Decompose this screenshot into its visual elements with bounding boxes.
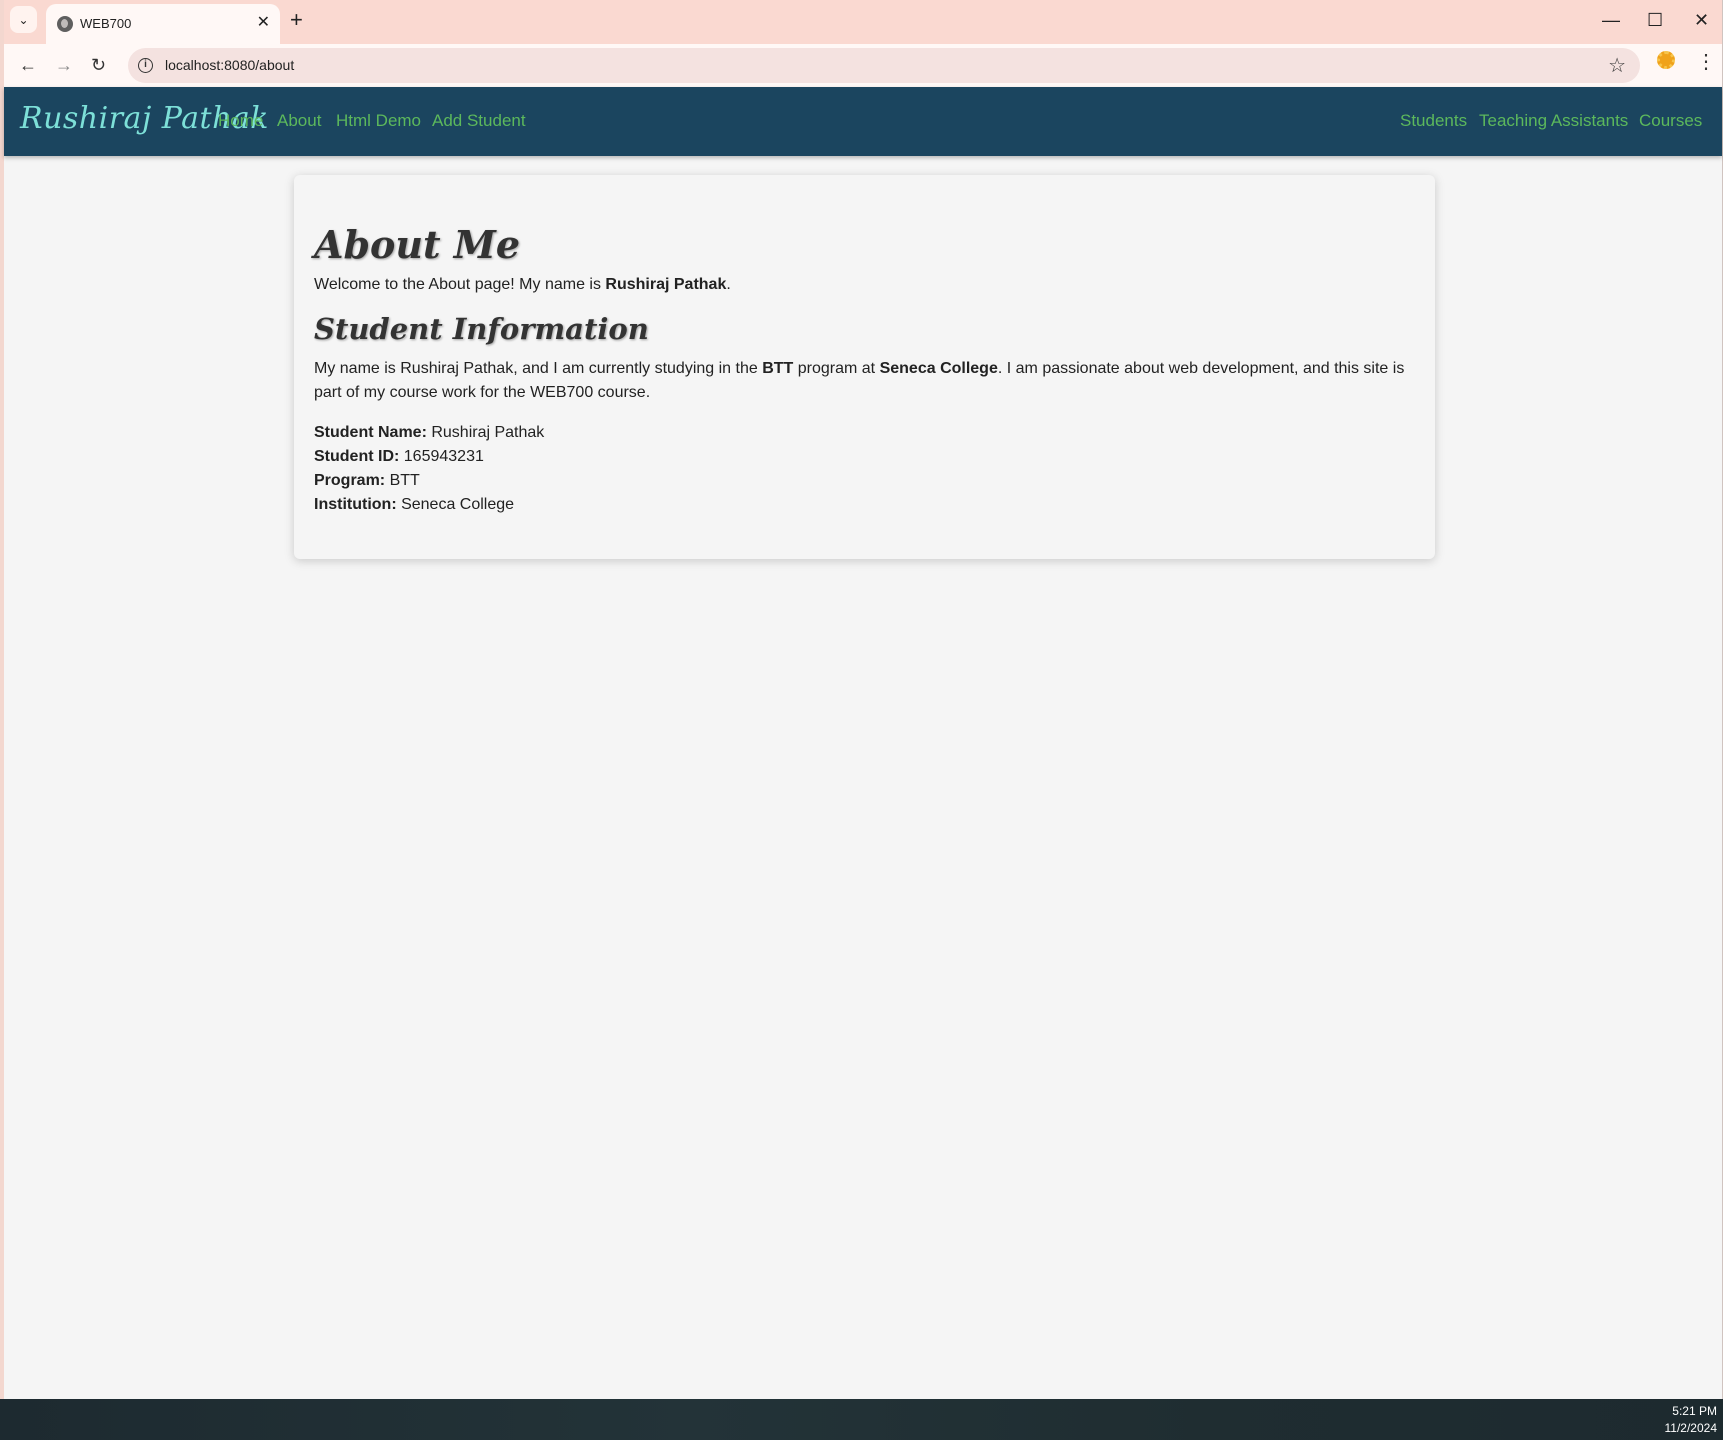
address-bar[interactable]: i localhost:8080/about ☆: [128, 48, 1640, 83]
nav-link-teaching-assistants[interactable]: Teaching Assistants: [1479, 111, 1628, 131]
close-tab-icon[interactable]: ✕: [257, 13, 270, 33]
browser-toolbar: ← → ↻ i localhost:8080/about ☆: [4, 44, 1722, 87]
info-college: Seneca College: [879, 360, 998, 377]
close-window-icon[interactable]: ✕: [1694, 8, 1709, 32]
welcome-paragraph: Welcome to the About page! My name is Ru…: [314, 273, 1415, 297]
info-text-1: My name is Rushiraj Pathak, and I am cur…: [314, 360, 763, 377]
clock-date: 11/2/2024: [1664, 1421, 1718, 1435]
welcome-name: Rushiraj Pathak: [605, 276, 727, 293]
url-text[interactable]: localhost:8080/about: [165, 57, 294, 73]
detail-label: Program:: [314, 472, 386, 489]
detail-row-program: Program: BTT: [314, 469, 1415, 493]
bookmark-star-icon[interactable]: ☆: [1608, 53, 1626, 78]
tab-title: WEB700: [80, 16, 132, 31]
browser-window: ⌄ WEB700 ✕ + — ☐ ✕ ← → ↻ i localhost:808…: [0, 0, 1723, 1399]
detail-label: Institution:: [314, 496, 397, 513]
info-text-2: program at: [793, 360, 880, 377]
system-clock[interactable]: 5:21 PM 11/2/2024: [1665, 1403, 1718, 1437]
about-card: About Me Welcome to the About page! My n…: [294, 175, 1435, 559]
detail-row-name: Student Name: Rushiraj Pathak: [314, 421, 1415, 445]
welcome-text: Welcome to the About page! My name is: [314, 276, 606, 293]
info-paragraph: My name is Rushiraj Pathak, and I am cur…: [314, 357, 1415, 405]
site-info-icon[interactable]: i: [138, 58, 153, 73]
globe-icon: [57, 16, 73, 32]
student-details: Student Name: Rushiraj Pathak Student ID…: [314, 421, 1415, 517]
section-title: Student Information: [314, 312, 649, 346]
nav-link-about[interactable]: About: [277, 111, 321, 131]
detail-label: Student Name:: [314, 424, 427, 441]
maximize-icon[interactable]: ☐: [1647, 8, 1663, 32]
detail-row-institution: Institution: Seneca College: [314, 493, 1415, 517]
detail-value: BTT: [385, 472, 420, 489]
site-navbar: Rushiraj Pathak Home About Html Demo Add…: [4, 87, 1722, 156]
nav-link-courses[interactable]: Courses: [1639, 111, 1702, 131]
nav-link-students[interactable]: Students: [1400, 111, 1467, 131]
browser-menu-icon[interactable]: ⋮: [1696, 50, 1716, 74]
info-program: BTT: [762, 360, 794, 377]
browser-tab[interactable]: WEB700 ✕: [46, 4, 280, 44]
new-tab-button[interactable]: +: [290, 8, 303, 32]
detail-value: 165943231: [399, 448, 484, 465]
reload-icon[interactable]: ↻: [91, 53, 106, 77]
nav-link-add-student[interactable]: Add Student: [432, 111, 526, 131]
chevron-down-icon: ⌄: [18, 12, 29, 27]
nav-link-html-demo[interactable]: Html Demo: [336, 111, 421, 131]
detail-value: Rushiraj Pathak: [426, 424, 545, 441]
welcome-suffix: .: [726, 276, 731, 293]
tab-search-button[interactable]: ⌄: [10, 6, 37, 33]
minimize-icon[interactable]: —: [1602, 8, 1620, 32]
tab-strip: ⌄ WEB700 ✕ + — ☐ ✕: [4, 0, 1722, 44]
page-title: About Me: [314, 222, 521, 267]
back-icon[interactable]: ←: [19, 53, 37, 77]
detail-row-id: Student ID: 165943231: [314, 445, 1415, 469]
detail-label: Student ID:: [314, 448, 400, 465]
extension-icon[interactable]: [1657, 51, 1675, 69]
nav-link-home[interactable]: Home: [218, 111, 263, 131]
detail-value: Seneca College: [396, 496, 515, 513]
clock-time: 5:21 PM: [1672, 1404, 1717, 1418]
forward-icon[interactable]: →: [55, 53, 73, 77]
os-taskbar: 5:21 PM 11/2/2024: [0, 1399, 1723, 1440]
